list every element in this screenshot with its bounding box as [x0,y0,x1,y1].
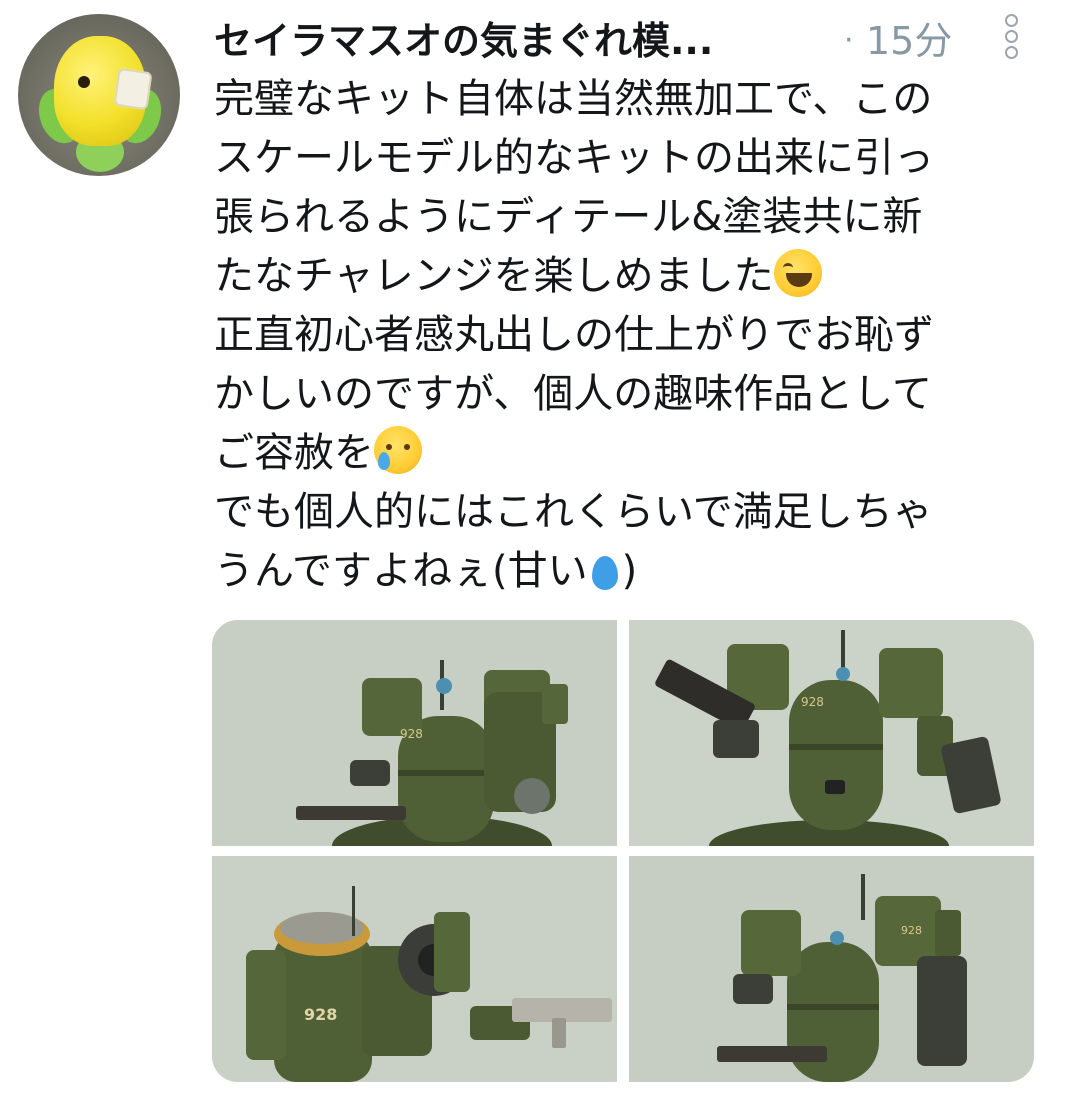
tweet-line: 完璧なキット自体は当然無加工で、この [214,76,933,122]
tweet-line-text: ご容赦を [214,430,374,476]
tweet-timestamp[interactable]: 15分 [866,12,952,70]
tweet-line-text: ) [621,548,638,594]
tweet-line: でも個人的にはこれくらいで満足しちゃ [214,489,933,535]
menu-dot [1005,46,1018,59]
menu-dot [1005,30,1018,43]
tweet-line: ご容赦を [214,424,1044,483]
robot-model-image: 928 [212,856,617,1082]
tweet-line: 正直初心者感丸出しの仕上がりでお恥ず [214,312,934,358]
author-avatar[interactable] [18,14,180,176]
tweet-text: 完璧なキット自体は当然無加工で、この スケールモデル的なキットの出来に引っ 張ら… [214,70,1044,601]
robot-model-image: 928 [212,620,617,846]
tweet-line: スケールモデル的なキットの出来に引っ [214,135,934,181]
avatar-eye [78,76,90,88]
tweet-line: たなチャレンジを楽しめました [214,247,1044,306]
time-separator: · [844,23,854,58]
tweet-line-text: たなチャレンジを楽しめました [214,253,774,299]
hull-number-label: 928 [901,924,922,937]
media-photo-3[interactable]: 928 [212,856,617,1082]
tweet-line-text: うんですよねぇ(甘い [214,548,588,594]
hull-number-label: 928 [801,695,824,709]
robot-model-image: 928 [629,856,1034,1082]
tweet-line: かしいのですが、個人の趣味作品として [214,371,932,417]
droplet-icon [591,556,618,590]
more-options-icon[interactable] [1001,14,1021,62]
avatar-patch [113,67,153,111]
author-name[interactable]: セイラマスオの気まぐれ模... [214,12,824,70]
sad-but-relieved-face-icon [374,426,422,474]
media-photo-4[interactable]: 928 [629,856,1034,1082]
media-grid: 928 928 928 928 [212,620,1034,1082]
tweet-line: うんですよねぇ(甘い) [214,542,1044,601]
media-photo-1[interactable]: 928 [212,620,617,846]
tweet-line: 張られるようにディテール&塗装共に新 [214,194,923,240]
menu-dot [1005,14,1018,27]
hull-number-label: 928 [304,1005,337,1024]
hull-number-label: 928 [400,727,423,741]
media-photo-2[interactable]: 928 [629,620,1034,846]
robot-model-image: 928 [629,620,1034,846]
grinning-squinting-face-icon [773,249,822,297]
